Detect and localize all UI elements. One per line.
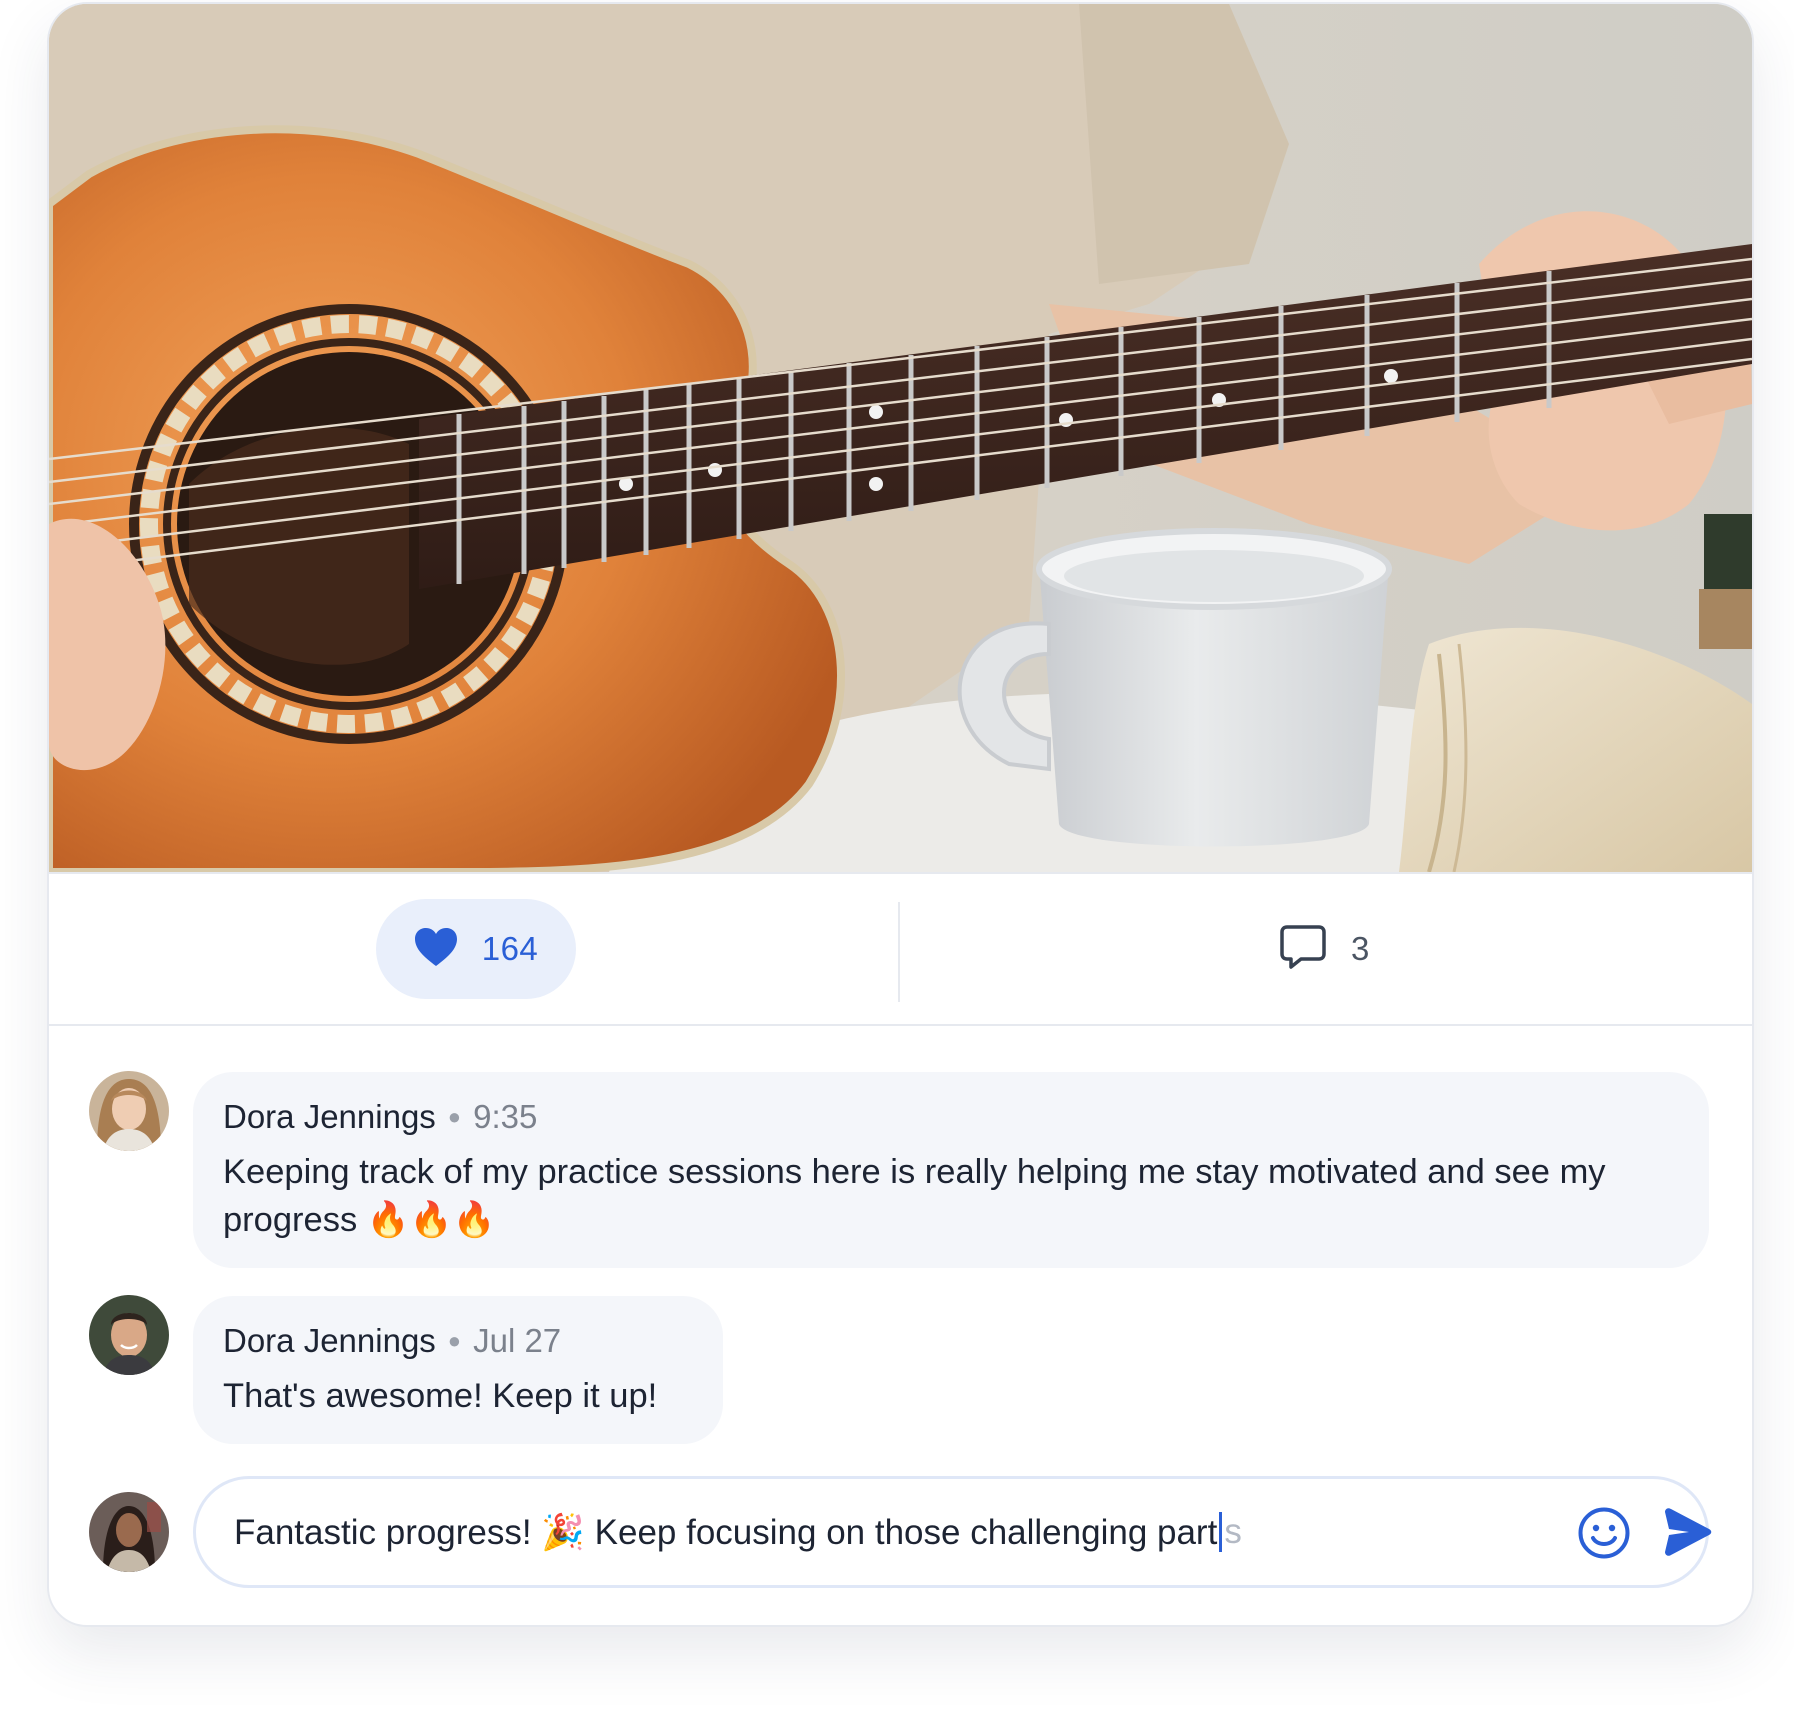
text-caret	[1219, 1512, 1223, 1552]
like-count: 164	[481, 930, 539, 967]
speech-bubble-icon	[1279, 923, 1327, 976]
comment-time: Jul 27	[473, 1322, 562, 1359]
comment-meta: Dora Jennings ● Jul 27	[223, 1320, 693, 1362]
post-image[interactable]	[49, 4, 1752, 872]
comment-bubble: Dora Jennings ● 9:35 Keeping track of my…	[193, 1072, 1709, 1268]
comment-text: That's awesome! Keep it up!	[223, 1377, 658, 1415]
comment-time: 9:35	[473, 1098, 538, 1135]
separator-dot: ●	[447, 1328, 462, 1353]
comment-bubble: Dora Jennings ● Jul 27 That's awesome! K…	[193, 1296, 723, 1444]
heart-icon	[414, 927, 458, 972]
avatar[interactable]	[89, 1071, 169, 1151]
comment-author[interactable]: Dora Jennings	[223, 1320, 436, 1362]
reactions-divider	[49, 1024, 1752, 1026]
separator-dot: ●	[447, 1104, 462, 1129]
comment-count: 3	[1351, 930, 1370, 967]
comment-composer[interactable]: Fantastic progress! 🎉 Keep focusing on t…	[193, 1476, 1712, 1588]
composer-suggestion: s	[1224, 1512, 1242, 1551]
reaction-divider	[898, 902, 900, 1002]
send-button[interactable]	[1661, 1506, 1713, 1563]
comment-meta: Dora Jennings ● 9:35	[223, 1096, 1679, 1138]
comment-text: Keeping track of my practice sessions he…	[223, 1153, 1606, 1239]
avatar[interactable]	[89, 1295, 169, 1375]
comment-author[interactable]: Dora Jennings	[223, 1096, 436, 1138]
guitar-photo	[49, 4, 1752, 872]
comment-button[interactable]: 3	[1279, 899, 1369, 999]
post-card: 164 3 Dora Jennings ● 9:35 Keeping track…	[47, 2, 1754, 1627]
emoji-button[interactable]	[1577, 1506, 1631, 1565]
comment-input[interactable]: Fantastic progress! 🎉 Keep focusing on t…	[234, 1479, 1242, 1585]
like-button[interactable]: 164	[376, 899, 576, 999]
smiley-icon	[1577, 1507, 1631, 1564]
reactions-bar: 164 3	[49, 874, 1752, 1024]
send-icon	[1661, 1508, 1713, 1562]
current-user-avatar[interactable]	[89, 1492, 169, 1572]
composer-typed-text: Fantastic progress! 🎉 Keep focusing on t…	[234, 1512, 1218, 1552]
